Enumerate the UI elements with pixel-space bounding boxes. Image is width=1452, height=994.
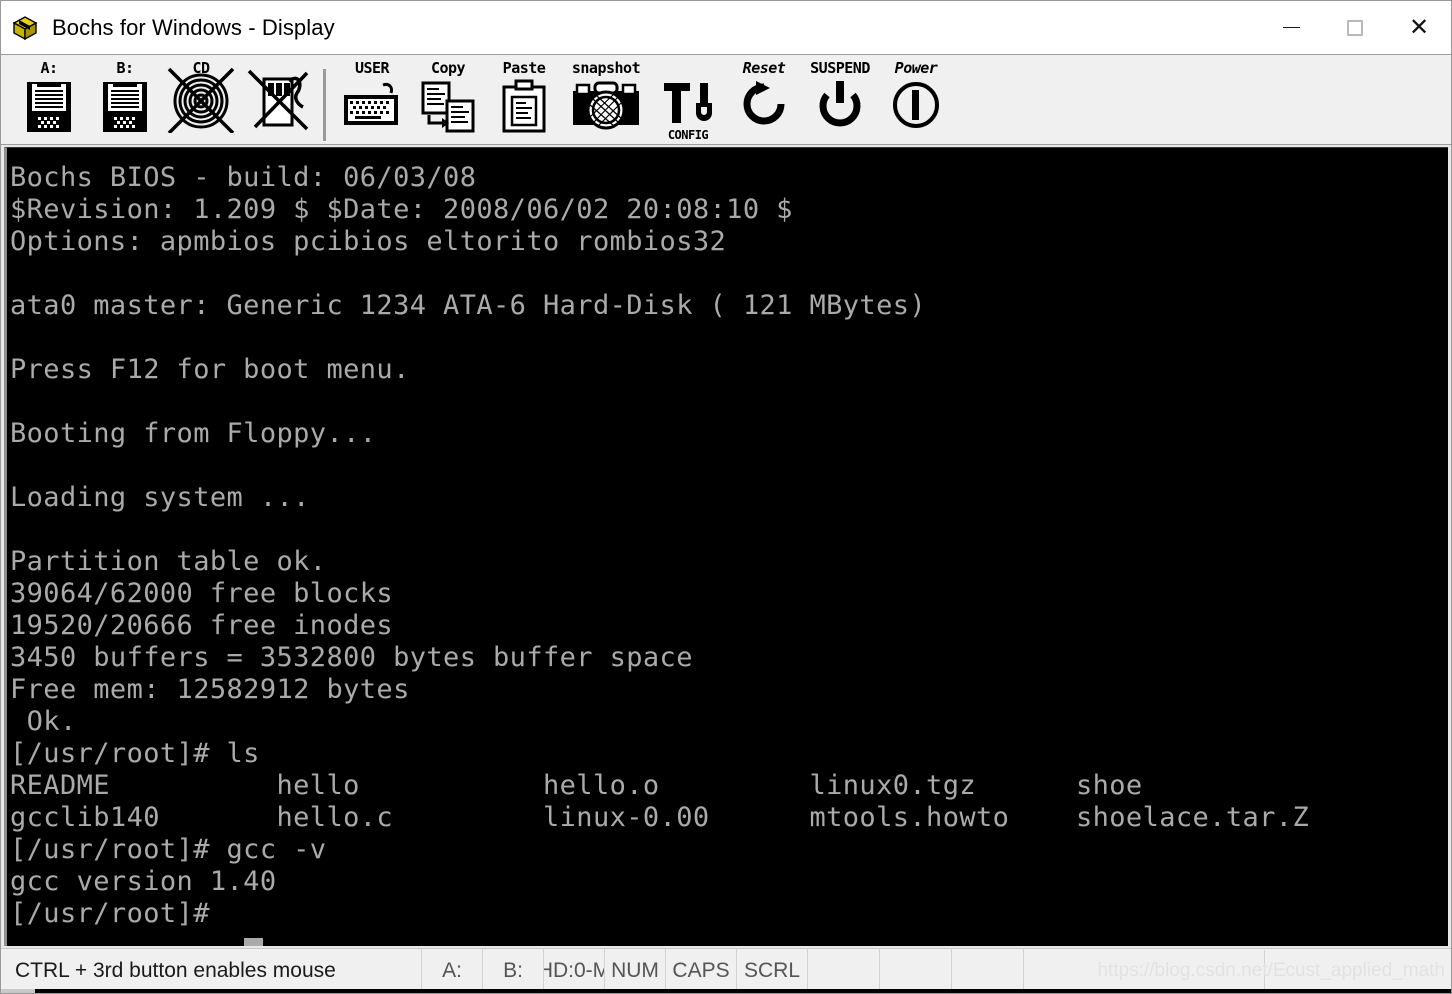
status-scroll-lock[interactable]: SCRL	[737, 949, 808, 993]
paste-button[interactable]: Paste	[486, 59, 562, 143]
floppy-b-button[interactable]: B:	[87, 59, 163, 143]
window-controls: ✕	[1259, 1, 1451, 54]
window-bottom-strip	[1, 989, 1451, 993]
snapshot-label: snapshot	[571, 59, 641, 77]
status-caps-lock[interactable]: CAPS	[666, 949, 737, 993]
status-blank-3	[952, 949, 1024, 993]
vm-display[interactable]: Bochs BIOS - build: 06/03/08 $Revision: …	[4, 147, 1448, 946]
close-button[interactable]: ✕	[1387, 1, 1451, 54]
minimize-button[interactable]	[1259, 1, 1323, 54]
copy-icon	[417, 79, 479, 140]
toolbar: A: B: CD USER Copy Paste snapshot CONFIG…	[1, 54, 1451, 145]
user-button[interactable]: USER	[334, 59, 410, 143]
reset-icon	[740, 79, 788, 134]
status-blank-1	[808, 949, 880, 993]
status-bar: CTRL + 3rd button enables mouse A: B: HD…	[1, 948, 1451, 993]
paste-label: Paste	[502, 59, 546, 77]
suspend-icon	[816, 79, 864, 134]
cdrom-icon	[165, 61, 237, 138]
window-title: Bochs for Windows - Display	[52, 14, 335, 40]
floppy-a-label: A:	[40, 59, 58, 77]
paste-icon	[496, 79, 552, 140]
terminal-cursor	[244, 938, 263, 946]
suspend-label: SUSPEND	[810, 59, 870, 77]
floppy-b-icon	[100, 79, 150, 140]
status-blank-4	[1024, 949, 1451, 993]
status-num-lock[interactable]: NUM	[605, 949, 666, 993]
config-label: CONFIG	[667, 128, 709, 142]
power-label: Power	[894, 59, 938, 77]
floppy-b-label: B:	[116, 59, 134, 77]
vm-console-text: Bochs BIOS - build: 06/03/08 $Revision: …	[10, 162, 1310, 929]
maximize-button[interactable]	[1323, 1, 1387, 54]
power-icon	[890, 79, 942, 136]
status-harddisk[interactable]: HD:0-M	[544, 949, 605, 993]
bochs-box-icon	[10, 13, 40, 43]
close-icon: ✕	[1408, 13, 1430, 41]
config-spacer	[684, 59, 693, 78]
power-button[interactable]: Power	[878, 59, 954, 143]
user-label: USER	[354, 59, 390, 77]
copy-label: Copy	[430, 59, 466, 77]
mouse-button[interactable]	[239, 59, 315, 143]
keyboard-icon	[339, 79, 405, 140]
vm-screen-container: Bochs BIOS - build: 06/03/08 $Revision: …	[1, 145, 1451, 948]
status-floppy-b[interactable]: B:	[483, 949, 544, 993]
title-bar-left: Bochs for Windows - Display	[1, 13, 335, 43]
status-floppy-a[interactable]: A:	[422, 949, 483, 993]
maximize-icon	[1347, 19, 1363, 36]
toolbar-separator	[323, 69, 326, 141]
reset-button[interactable]: Reset	[726, 59, 802, 143]
resize-nub	[1, 989, 35, 993]
copy-button[interactable]: Copy	[410, 59, 486, 143]
bochs-window: Bochs for Windows - Display ✕ A: B: CD U…	[0, 0, 1452, 994]
title-bar: Bochs for Windows - Display ✕	[1, 1, 1451, 54]
config-button[interactable]: CONFIG	[650, 59, 726, 143]
status-blank-2	[880, 949, 952, 993]
reset-label: Reset	[742, 59, 786, 77]
snapshot-button[interactable]: snapshot	[562, 59, 650, 143]
camera-icon	[569, 79, 643, 140]
floppy-a-button[interactable]: A:	[11, 59, 87, 143]
mouse-icon	[241, 61, 313, 138]
status-divider	[1264, 950, 1265, 993]
tools-icon	[658, 79, 718, 130]
cdrom-button[interactable]: CD	[163, 59, 239, 143]
minimize-icon	[1282, 26, 1300, 28]
status-message: CTRL + 3rd button enables mouse	[1, 949, 422, 993]
floppy-a-icon	[24, 79, 74, 140]
suspend-button[interactable]: SUSPEND	[802, 59, 878, 143]
